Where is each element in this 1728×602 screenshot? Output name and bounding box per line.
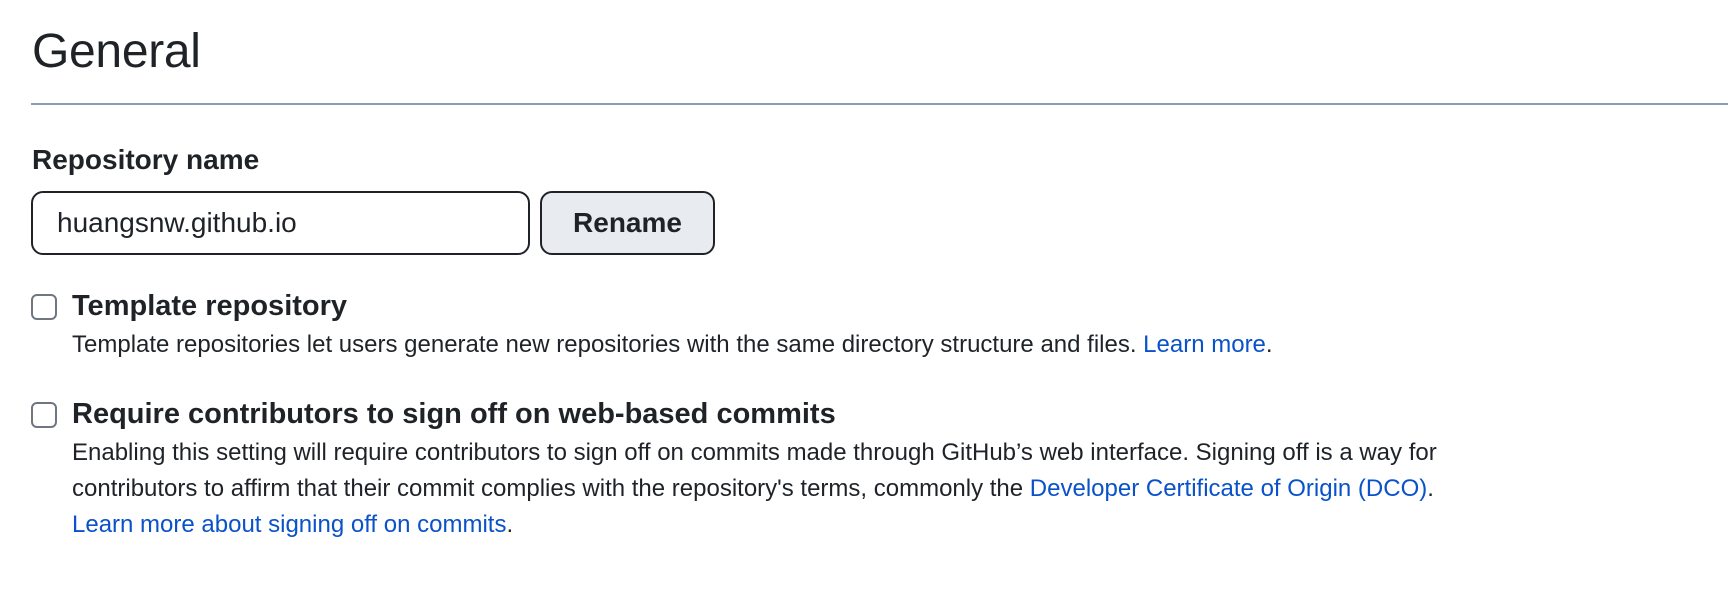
signoff-description-suffix: . bbox=[506, 511, 514, 538]
template-learn-more-link[interactable]: Learn more bbox=[1143, 331, 1266, 358]
rename-button[interactable]: Rename bbox=[540, 191, 715, 255]
signoff-checkbox[interactable] bbox=[31, 402, 57, 428]
section-divider bbox=[31, 103, 1728, 105]
template-repository-checkbox[interactable] bbox=[31, 294, 57, 320]
dco-link[interactable]: Developer Certificate of Origin (DCO) bbox=[1030, 475, 1427, 502]
template-description-suffix: . bbox=[1265, 331, 1273, 358]
template-repository-description: Template repositories let users generate… bbox=[72, 327, 1542, 363]
template-description-text: Template repositories let users generate… bbox=[72, 331, 1144, 358]
template-repository-title: Template repository bbox=[72, 290, 348, 322]
signoff-learn-more-link[interactable]: Learn more about signing off on commits bbox=[72, 511, 506, 538]
page-title: General bbox=[32, 25, 201, 78]
repository-name-label: Repository name bbox=[32, 144, 260, 175]
signoff-description: Enabling this setting will require contr… bbox=[72, 435, 1542, 543]
signoff-title: Require contributors to sign off on web-… bbox=[72, 398, 836, 430]
signoff-description-mid: . bbox=[1427, 475, 1434, 502]
repository-name-input[interactable] bbox=[31, 191, 530, 255]
